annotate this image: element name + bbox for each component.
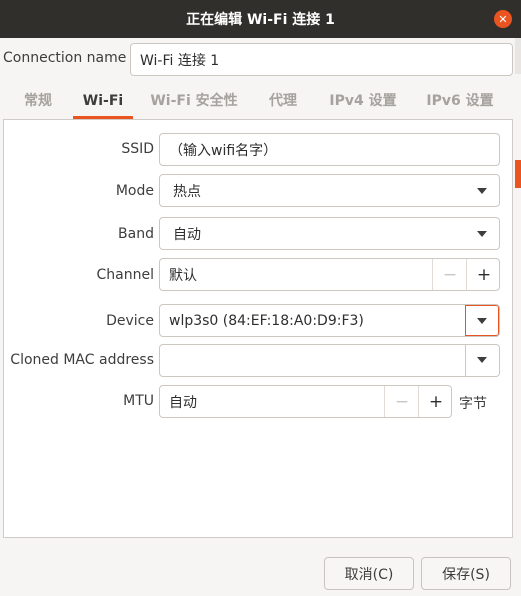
- ssid-input[interactable]: （输入wifi名字）: [159, 133, 500, 166]
- device-dropdown-button[interactable]: [465, 305, 499, 336]
- channel-increment-button[interactable]: +: [466, 259, 499, 290]
- chevron-down-icon: [477, 357, 487, 363]
- mode-label: Mode: [115, 183, 154, 199]
- band-label: Band: [118, 226, 154, 242]
- band-value: 自动: [173, 226, 201, 243]
- background-window-edge: [515, 38, 521, 74]
- channel-value[interactable]: 默认: [169, 265, 197, 285]
- close-icon: ✕: [498, 12, 508, 26]
- ssid-label: SSID: [121, 141, 154, 157]
- chevron-down-icon: [477, 318, 487, 324]
- mtu-label: MTU: [123, 393, 154, 409]
- background-window-accent: [515, 160, 521, 188]
- mtu-decrement-button[interactable]: −: [384, 386, 419, 417]
- tab-general[interactable]: 常规: [13, 86, 63, 119]
- close-button[interactable]: ✕: [494, 10, 512, 28]
- channel-label: Channel: [96, 267, 154, 283]
- tab-wifi-security[interactable]: Wi-Fi 安全性: [144, 86, 244, 119]
- mode-value: 热点: [173, 183, 201, 200]
- tab-wifi[interactable]: Wi-Fi: [73, 86, 133, 119]
- channel-decrement-button[interactable]: −: [432, 259, 467, 290]
- save-button[interactable]: 保存(S): [421, 557, 511, 590]
- connection-name-input[interactable]: Wi-Fi 连接 1: [130, 43, 513, 76]
- connection-name-label: Connection name: [3, 50, 127, 66]
- device-combo: wlp3s0 (84:EF:18:A0:D9:F3): [159, 304, 500, 337]
- cancel-button[interactable]: 取消(C): [324, 557, 414, 590]
- tab-ipv6[interactable]: IPv6 设置: [417, 86, 503, 119]
- window-titlebar: 正在编辑 Wi-Fi 连接 1 ✕: [0, 0, 521, 38]
- tab-ipv4[interactable]: IPv4 设置: [321, 86, 405, 119]
- mode-select[interactable]: 热点: [159, 174, 500, 207]
- minus-icon: −: [394, 391, 410, 412]
- device-input[interactable]: wlp3s0 (84:EF:18:A0:D9:F3): [169, 313, 364, 329]
- mtu-spinner: 自动 − +: [159, 385, 452, 418]
- plus-icon: +: [476, 264, 492, 285]
- mtu-value[interactable]: 自动: [169, 392, 197, 412]
- plus-icon: +: [428, 391, 444, 412]
- band-select[interactable]: 自动: [159, 217, 500, 250]
- cloned-mac-combo: [159, 344, 500, 377]
- cloned-mac-dropdown-button[interactable]: [465, 345, 499, 376]
- device-label: Device: [106, 313, 154, 329]
- tab-proxy[interactable]: 代理: [258, 86, 308, 119]
- channel-spinner: 默认 − +: [159, 258, 500, 291]
- mtu-unit-label: 字节: [459, 396, 487, 412]
- chevron-down-icon: [477, 188, 487, 194]
- tab-bar: 常规 Wi-Fi Wi-Fi 安全性 代理 IPv4 设置 IPv6 设置: [3, 86, 513, 120]
- cloned-mac-label: Cloned MAC address: [10, 352, 154, 368]
- mtu-increment-button[interactable]: +: [418, 386, 451, 417]
- minus-icon: −: [442, 264, 458, 285]
- chevron-down-icon: [477, 231, 487, 237]
- window-title: 正在编辑 Wi-Fi 连接 1: [186, 12, 335, 28]
